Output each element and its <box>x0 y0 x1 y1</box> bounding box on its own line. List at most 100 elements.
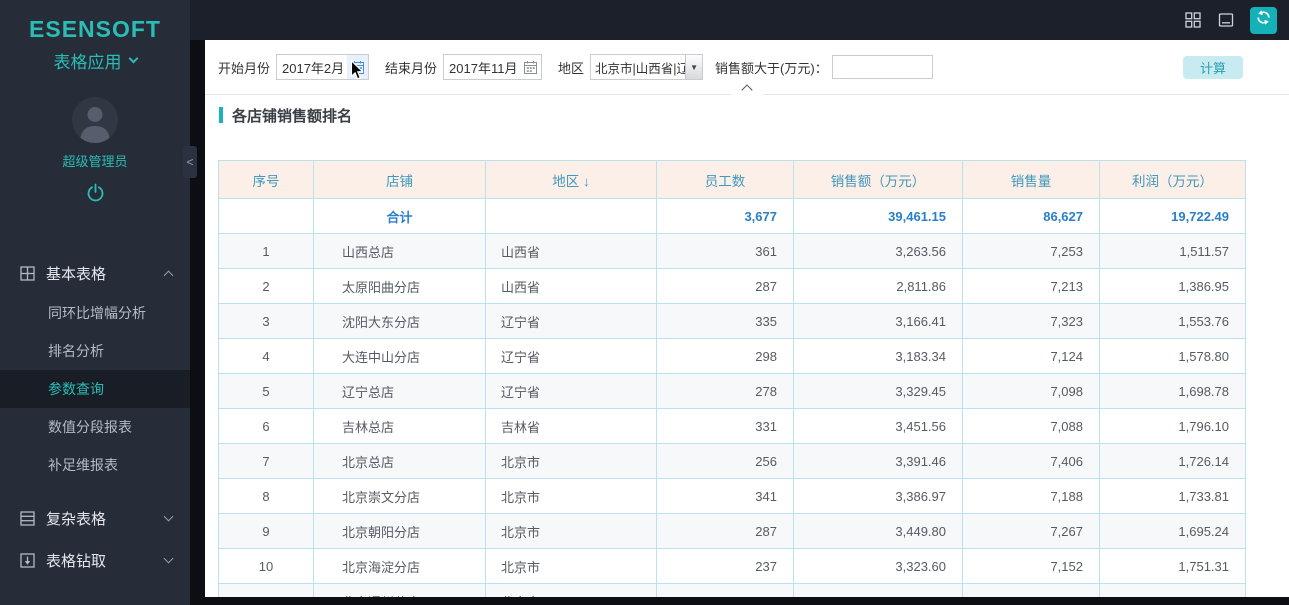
table-cell: 7,030 <box>962 583 1100 597</box>
table-cell: 北京市 <box>485 443 657 479</box>
table-cell: 3,451.56 <box>793 408 963 444</box>
table-cell: 2 <box>218 268 314 304</box>
calendar-icon[interactable] <box>347 55 369 79</box>
sidebar-item-drill-tables[interactable]: 表格钻取 <box>0 539 190 581</box>
apps-grid-icon[interactable] <box>1184 11 1202 29</box>
table-cell: 8 <box>218 478 314 514</box>
table-cell: 7 <box>218 443 314 479</box>
table-cell: 3 <box>218 303 314 339</box>
col-header-profit[interactable]: 利润（万元） <box>1099 160 1246 199</box>
col-header-sales-amount[interactable]: 销售额（万元） <box>793 160 963 199</box>
table-cell: 吉林总店 <box>313 408 486 444</box>
table-cell: 辽宁省 <box>485 338 657 374</box>
table-cell: 北京总店 <box>313 443 486 479</box>
page-title: 各店铺销售额排名 <box>232 107 353 125</box>
region-label: 地区 <box>558 60 585 76</box>
table-cell: 361 <box>656 233 794 269</box>
table-row: 1 山西总店 山西省 361 3,263.56 7,253 1,511.57 <box>218 233 1246 269</box>
table-row: 4 大连中山分店 辽宁省 298 3,183.34 7,124 1,578.80 <box>218 338 1246 374</box>
end-month-input[interactable]: 2017年11月 <box>443 54 543 80</box>
table-cell: 1,553.76 <box>1099 303 1246 339</box>
report-table-area: 序号 店铺 地区 ↓ 员工数 销售额（万元） 销售量 利润（万元） 合计 3,6… <box>205 135 1289 597</box>
sidebar-menu: 基本表格 同环比增幅分析 排名分析 参数查询 数值分段报表 补足维报表 复杂表格… <box>0 252 190 581</box>
start-month-input[interactable]: 2017年2月 <box>276 54 370 80</box>
total-cell <box>218 198 314 234</box>
table-row: 6 吉林总店 吉林省 331 3,451.56 7,088 1,796.10 <box>218 408 1246 444</box>
filter-toolbar: 开始月份 2017年2月 结束月份 2017年11月 地区 北京市|山西省|辽 … <box>205 40 1289 96</box>
amount-input[interactable] <box>831 55 933 79</box>
table-cell: 北京市 <box>485 478 657 514</box>
table-cell: 287 <box>656 268 794 304</box>
sidebar-item-segment-report[interactable]: 数值分段报表 <box>0 408 190 446</box>
col-header-employees[interactable]: 员工数 <box>656 160 794 199</box>
power-icon[interactable] <box>86 183 105 202</box>
table-cell: 278 <box>656 373 794 409</box>
app-name[interactable]: 表格应用 <box>0 48 190 73</box>
total-label: 合计 <box>313 198 486 234</box>
col-header-region-sorted[interactable]: 地区 ↓ <box>485 160 657 199</box>
col-header-store[interactable]: 店铺 <box>313 160 486 199</box>
window-icon[interactable] <box>1217 11 1235 29</box>
table-cell: 北京海淀分店 <box>313 548 486 584</box>
avatar <box>72 97 118 143</box>
table-cell: 9 <box>218 513 314 549</box>
total-cell: 39,461.15 <box>793 198 963 234</box>
table-cell: 7,152 <box>962 548 1100 584</box>
sync-icon <box>1255 9 1272 31</box>
start-month-label: 开始月份 <box>218 60 271 76</box>
chevron-up-icon <box>163 270 174 281</box>
table-row: 3 沈阳大东分店 辽宁省 335 3,166.41 7,323 1,553.76 <box>218 303 1246 339</box>
table-cell: 7,088 <box>962 408 1100 444</box>
table-row: 10 北京海淀分店 北京市 237 3,323.60 7,152 1,751.31 <box>218 548 1246 584</box>
table-cell: 7,124 <box>962 338 1100 374</box>
total-cell: 19,722.49 <box>1099 198 1246 234</box>
logo: ESENSOFT <box>29 16 161 42</box>
table-cell: 7,213 <box>962 268 1100 304</box>
filter-collapse-toggle[interactable] <box>731 83 763 96</box>
sidebar: ESENSOFT 表格应用 超级管理员 基本表格 同环比增幅分析 排名分析 参数… <box>0 0 190 605</box>
calculate-button[interactable]: 计算 <box>1182 55 1243 79</box>
end-month-label: 结束月份 <box>385 60 438 76</box>
dropdown-arrow-icon[interactable]: ▼ <box>685 55 703 79</box>
region-select[interactable]: 北京市|山西省|辽 ▼ <box>590 54 704 80</box>
table-row: 11北京通州分店北京市2593,157.637,0301,568.16 <box>218 583 1246 597</box>
sales-ranking-table: 序号 店铺 地区 ↓ 员工数 销售额（万元） 销售量 利润（万元） 合计 3,6… <box>218 160 1246 597</box>
calendar-icon[interactable] <box>520 55 541 79</box>
table-cell: 北京市 <box>485 583 657 597</box>
table-cell: 335 <box>656 303 794 339</box>
table-cell: 3,391.46 <box>793 443 963 479</box>
content-panel: 开始月份 2017年2月 结束月份 2017年11月 地区 北京市|山西省|辽 … <box>205 40 1289 597</box>
sidebar-item-complex-tables[interactable]: 复杂表格 <box>0 497 190 539</box>
table-cell: 287 <box>656 513 794 549</box>
section-accent-bar <box>219 107 223 123</box>
table-cell: 1,568.16 <box>1099 583 1246 597</box>
chevron-down-icon <box>163 511 174 521</box>
table-cell: 237 <box>656 548 794 584</box>
sidebar-item-basic-tables[interactable]: 基本表格 <box>0 252 190 294</box>
col-header-index[interactable]: 序号 <box>218 160 314 199</box>
table-cell: 341 <box>656 478 794 514</box>
table-cell: 吉林省 <box>485 408 657 444</box>
col-header-sales-volume[interactable]: 销售量 <box>962 160 1100 199</box>
table-cell: 北京市 <box>485 513 657 549</box>
table-cell: 259 <box>656 583 794 597</box>
table-cell: 7,098 <box>962 373 1100 409</box>
sidebar-item-dimension-report[interactable]: 补足维报表 <box>0 446 190 484</box>
amount-label: 销售额大于(万元)： <box>715 60 828 76</box>
table-cell: 3,323.60 <box>793 548 963 584</box>
sidebar-item-parameter-query[interactable]: 参数查询 <box>0 370 190 408</box>
table-cell: 7,323 <box>962 303 1100 339</box>
table-cell: 山西省 <box>485 233 657 269</box>
table-cell: 3,183.34 <box>793 338 963 374</box>
sidebar-item-ranking-analysis[interactable]: 排名分析 <box>0 332 190 370</box>
table-cell: 山西总店 <box>313 233 486 269</box>
sidebar-item-yoy-analysis[interactable]: 同环比增幅分析 <box>0 294 190 332</box>
sync-button[interactable] <box>1250 6 1277 34</box>
table-cell: 7,406 <box>962 443 1100 479</box>
total-cell <box>485 198 657 234</box>
table-cell: 4 <box>218 338 314 374</box>
grid-icon <box>20 265 35 281</box>
table-cell: 5 <box>218 373 314 409</box>
table-cell: 3,166.41 <box>793 303 963 339</box>
sidebar-collapse-handle[interactable]: < <box>183 146 197 178</box>
